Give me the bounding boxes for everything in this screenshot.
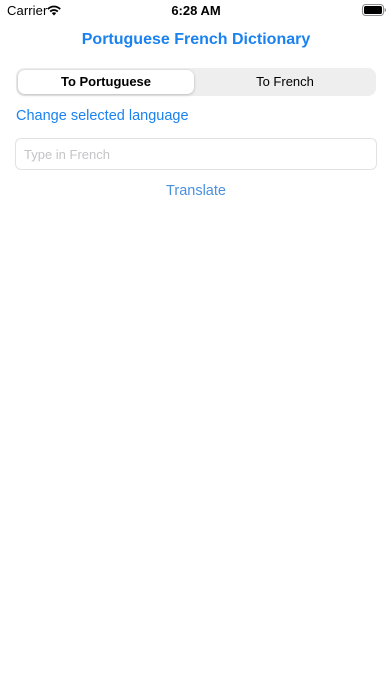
word-input[interactable]: [15, 138, 377, 170]
app-screen: Carrier 6:28 AM Portuguese French Dictio…: [0, 0, 392, 696]
segment-to-portuguese[interactable]: To Portuguese: [18, 70, 194, 94]
page-title: Portuguese French Dictionary: [81, 31, 311, 48]
clock: 6:28 AM: [171, 3, 221, 18]
status-bar: Carrier 6:28 AM: [0, 0, 392, 22]
translate-button[interactable]: Translate: [136, 183, 256, 199]
battery-full-icon: [362, 4, 386, 16]
segment-to-french[interactable]: To French: [196, 70, 374, 94]
direction-segmented-control: To Portuguese To French: [16, 68, 376, 96]
change-language-link[interactable]: Change selected language: [16, 108, 189, 124]
